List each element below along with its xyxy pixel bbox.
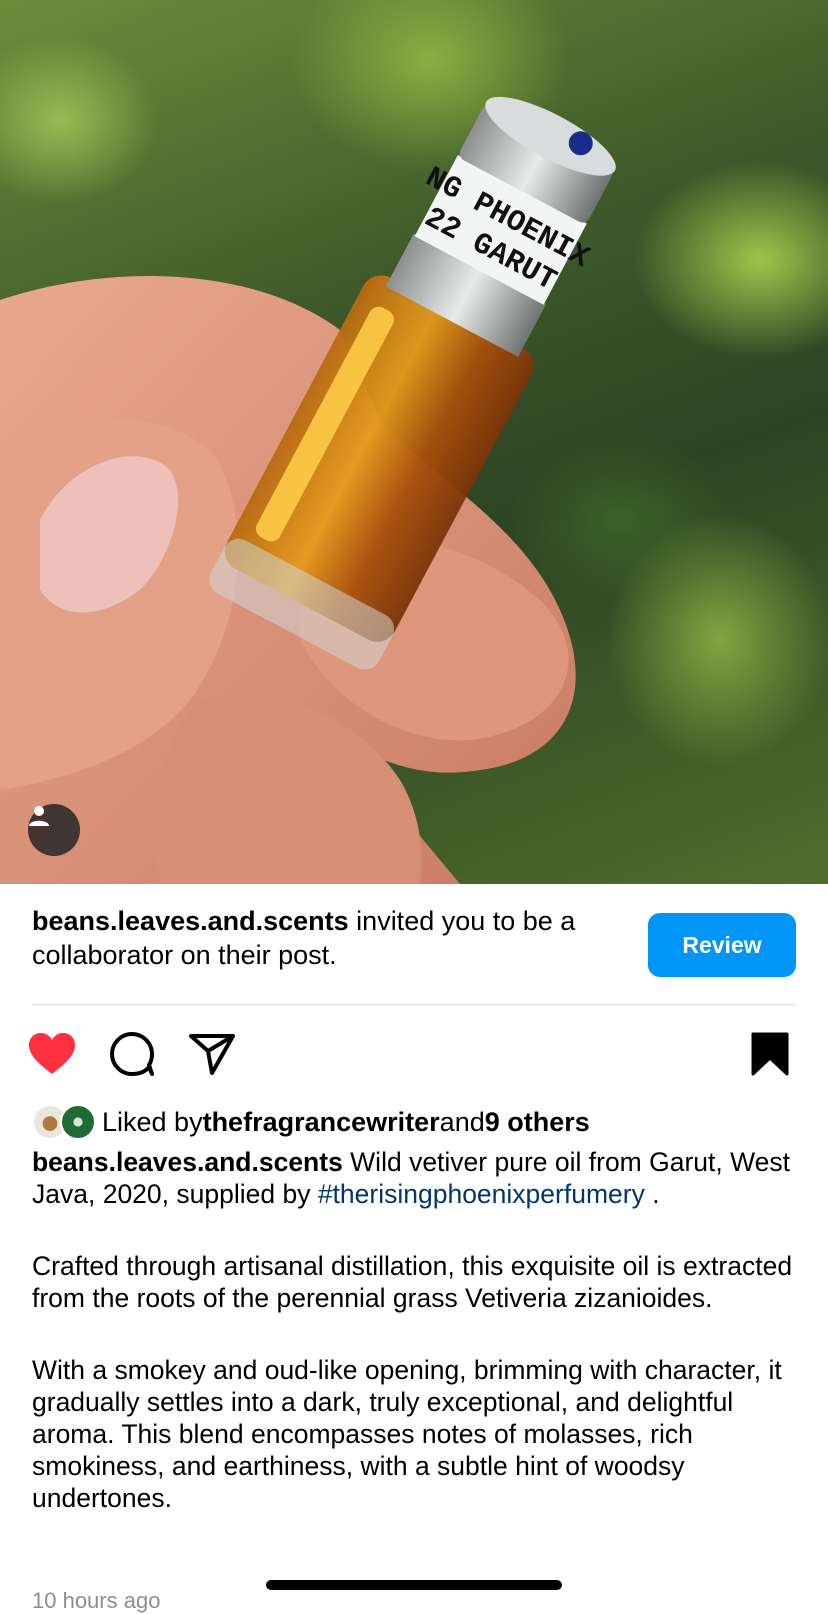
bookmark-filled-icon: [751, 1032, 789, 1076]
caption-paragraph: beans.leaves.and.scents Wild vetiver pur…: [32, 1146, 802, 1210]
post-caption: beans.leaves.and.scents Wild vetiver pur…: [32, 1146, 802, 1514]
tagged-people-button[interactable]: [28, 804, 80, 856]
share-button[interactable]: [186, 1028, 238, 1080]
home-indicator[interactable]: [266, 1580, 562, 1590]
avatar: [60, 1104, 96, 1140]
likes-prefix: Liked by: [102, 1106, 203, 1137]
person-icon: [29, 806, 49, 826]
comment-button[interactable]: [106, 1028, 158, 1080]
save-button[interactable]: [744, 1028, 796, 1080]
caption-text-end: .: [644, 1179, 660, 1209]
collab-invite-text: beans.leaves.and.scents invited you to b…: [32, 904, 622, 972]
heart-filled-icon: [29, 1033, 75, 1074]
caption-hashtag[interactable]: #therisingphoenixperfumery: [318, 1179, 645, 1209]
post-photo[interactable]: NG PHOENIX 22 GARUT: [0, 0, 828, 884]
comment-icon: [110, 1032, 154, 1076]
likes-user[interactable]: thefragrancewriter: [203, 1107, 440, 1138]
caption-paragraph-3: With a smokey and oud-like opening, brim…: [32, 1355, 782, 1513]
send-icon: [189, 1034, 235, 1075]
divider: [32, 1004, 796, 1005]
review-button[interactable]: Review: [648, 913, 796, 977]
caption-paragraph-2: Crafted through artisanal distillation, …: [32, 1251, 793, 1313]
post-timestamp: 10 hours ago: [32, 1588, 161, 1613]
like-button[interactable]: [26, 1028, 78, 1080]
likes-middle: and: [439, 1106, 485, 1137]
collab-username[interactable]: beans.leaves.and.scents: [32, 906, 349, 936]
liker-avatars: [32, 1104, 96, 1140]
likes-others[interactable]: 9 others: [485, 1107, 590, 1138]
likes-summary[interactable]: Liked by thefragrancewriter and 9 others: [32, 1102, 590, 1142]
post-photo-illustration: NG PHOENIX 22 GARUT: [0, 96, 616, 884]
caption-username[interactable]: beans.leaves.and.scents: [32, 1147, 343, 1177]
